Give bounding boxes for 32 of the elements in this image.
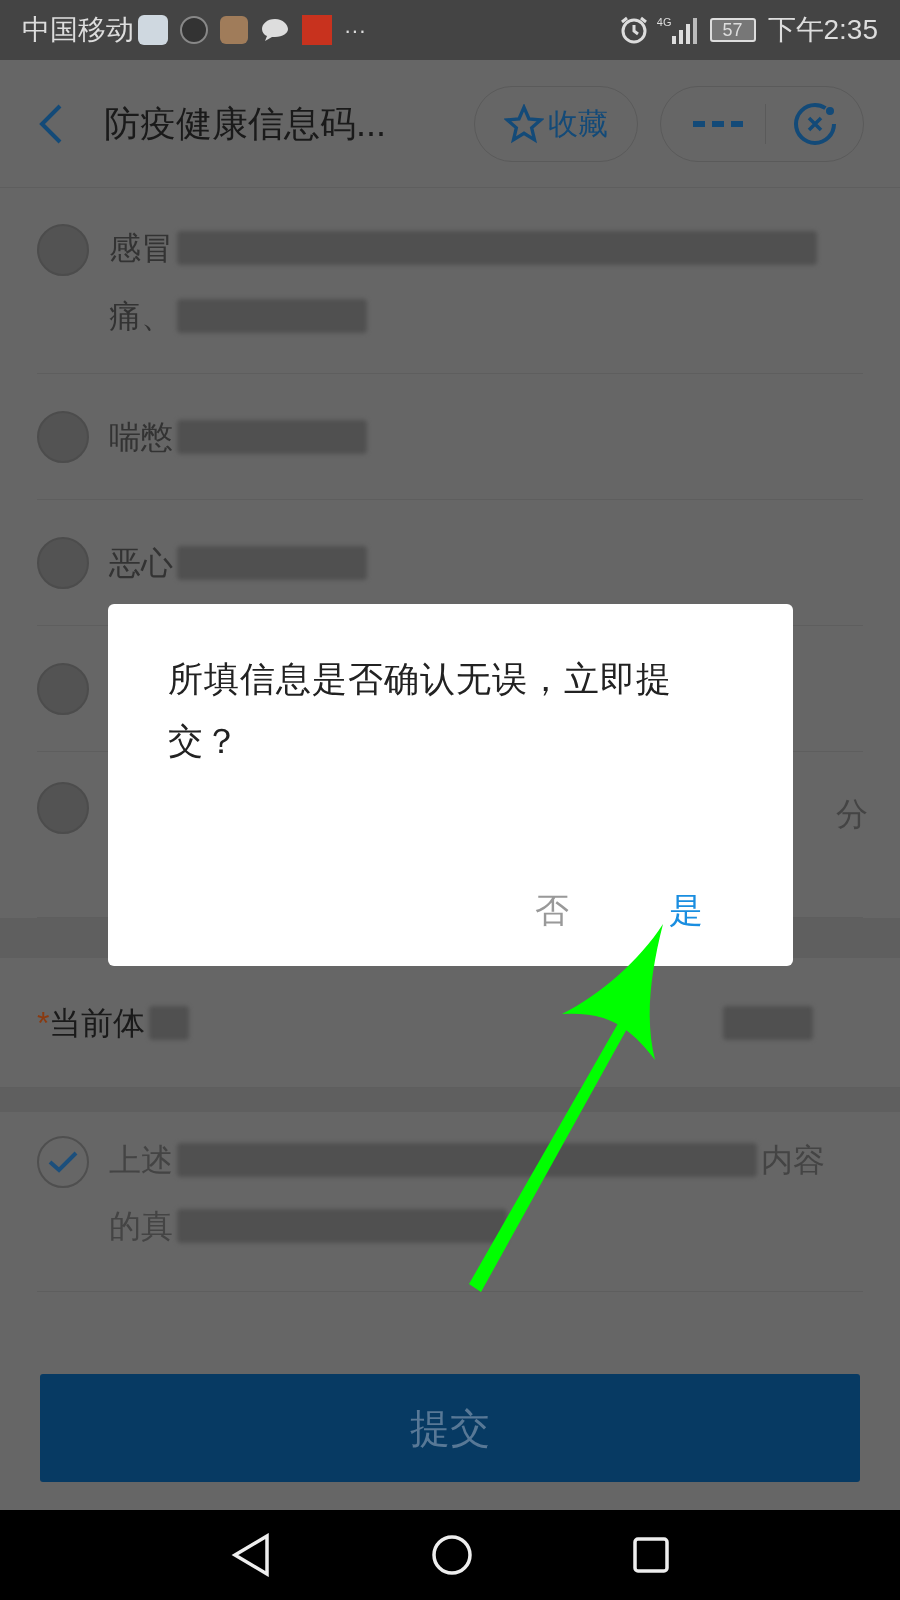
more-icon[interactable]: [693, 118, 743, 129]
back-triangle-icon[interactable]: [231, 1533, 271, 1577]
confirm-button[interactable]: 是: [669, 885, 703, 936]
time: 下午2:35: [767, 13, 878, 47]
more-notifications: ···: [344, 16, 366, 45]
app-icon: [180, 16, 208, 44]
checkmark-icon: [48, 1151, 78, 1173]
battery-indicator: 57: [709, 18, 756, 42]
signal-icon: [671, 16, 698, 44]
required-asterisk: *: [37, 1003, 50, 1043]
field-label: 当前体: [49, 1003, 146, 1043]
radio-button[interactable]: [37, 662, 89, 715]
chat-bubble-icon: [260, 17, 290, 43]
close-icon[interactable]: [792, 100, 838, 147]
submit-button[interactable]: 提交: [40, 1374, 860, 1482]
checked-radio[interactable]: [37, 1136, 89, 1188]
page-title: 防疫健康信息码...: [104, 101, 386, 146]
radio-button[interactable]: [37, 536, 89, 589]
radio-button[interactable]: [37, 224, 89, 276]
alarm-icon: [618, 15, 649, 45]
radio-button[interactable]: [37, 410, 89, 463]
dialog-message: 所填信息是否确认无误，立即提交？: [168, 658, 673, 762]
app-icon: [220, 16, 248, 44]
cancel-button[interactable]: 否: [535, 885, 569, 936]
star-icon: [504, 103, 544, 144]
app-icon: [138, 15, 168, 45]
home-circle-icon[interactable]: [431, 1534, 473, 1576]
radio-button[interactable]: [37, 782, 89, 834]
app-icon: [302, 15, 332, 45]
network-type: 4G: [656, 15, 672, 30]
recents-square-icon[interactable]: [633, 1537, 669, 1573]
carrier-name: 中国移动: [22, 13, 134, 47]
